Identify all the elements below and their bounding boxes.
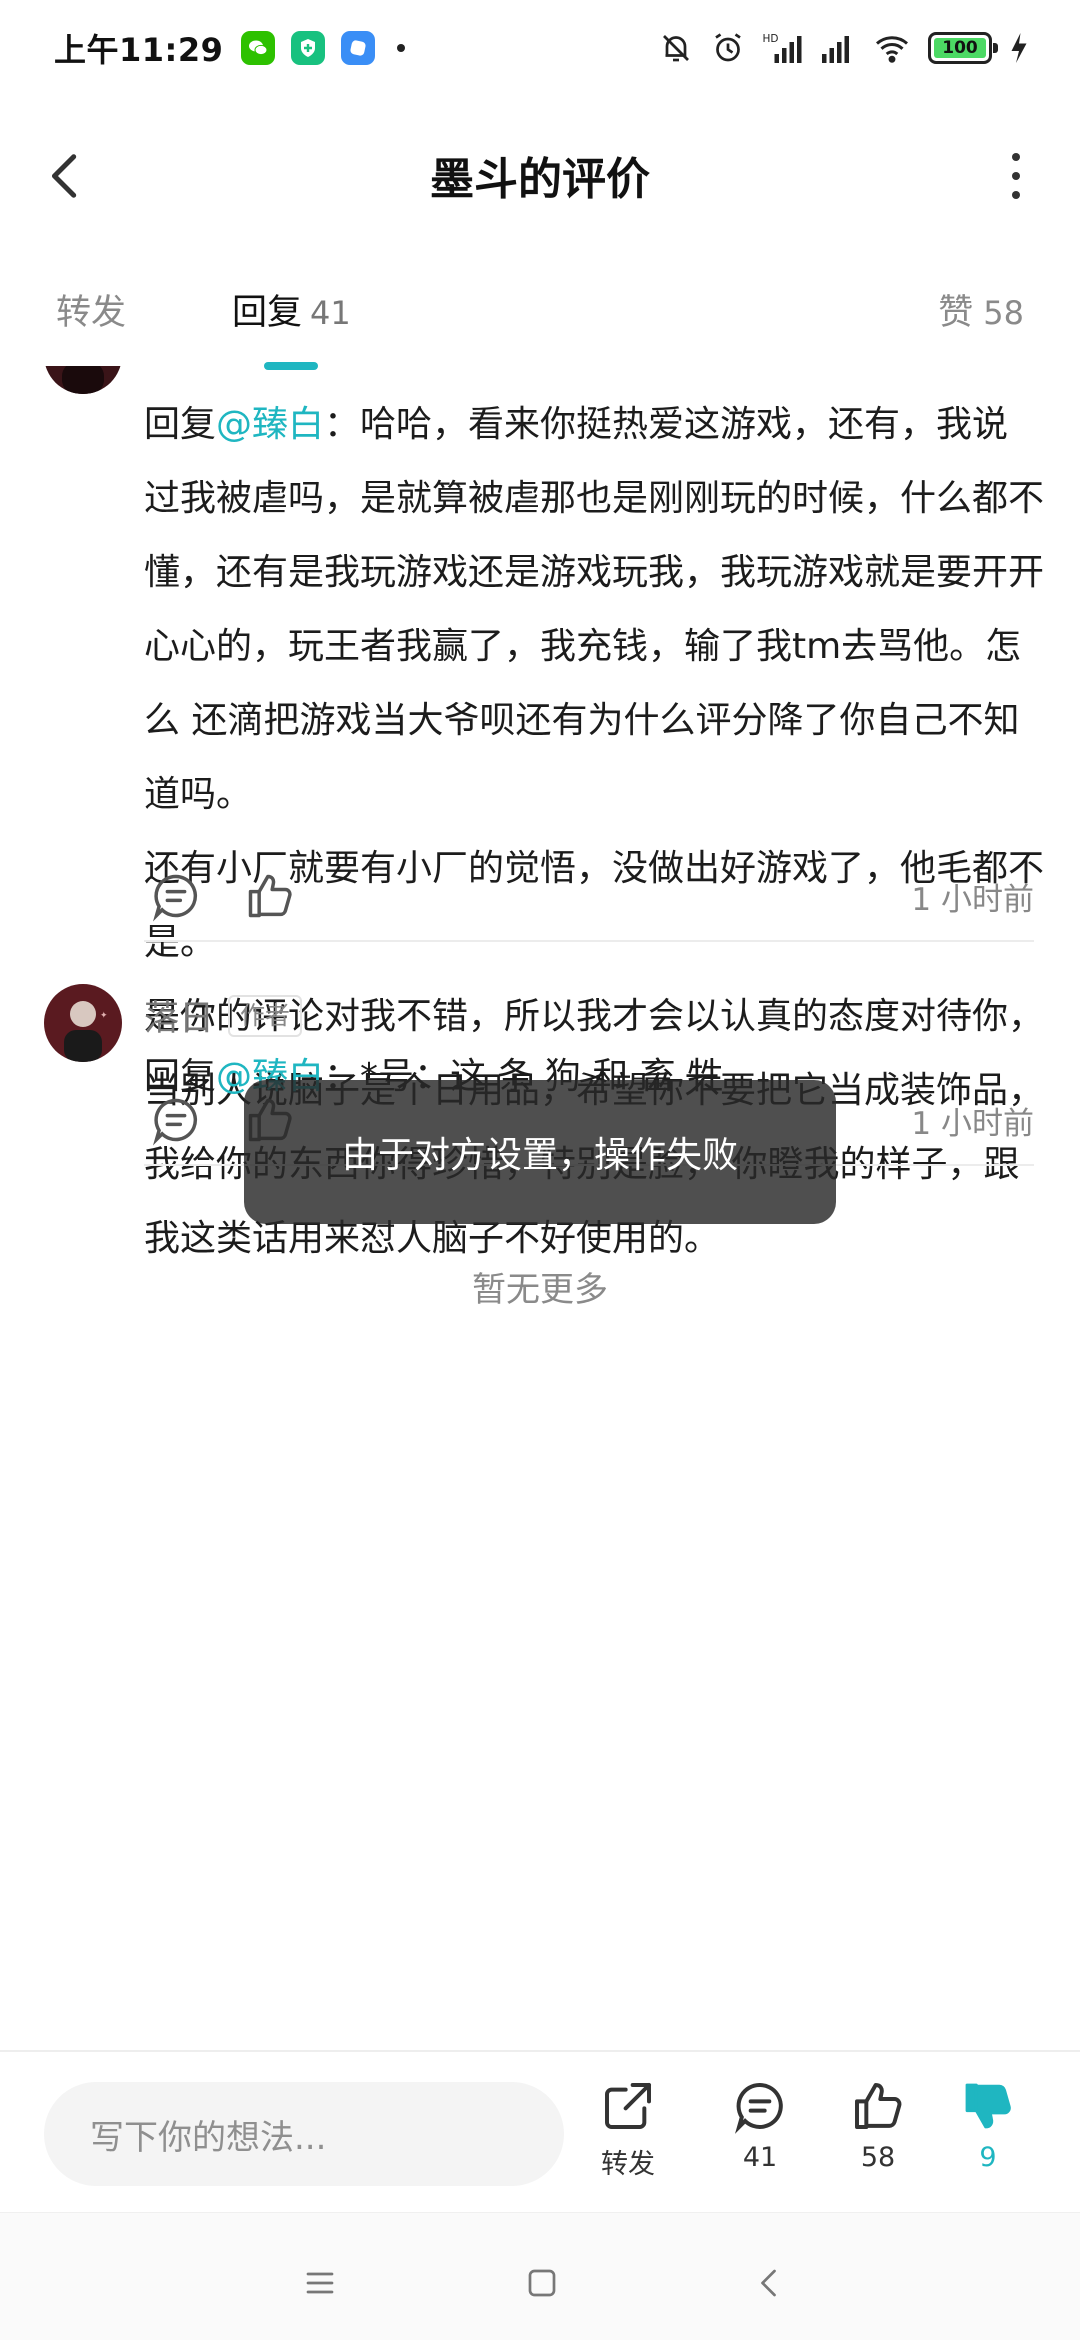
mention-link[interactable]: @臻白 [216, 404, 324, 445]
tab-like[interactable]: 赞 58 [938, 284, 1024, 335]
divider [144, 940, 1034, 942]
chevron-left-icon [51, 154, 77, 198]
alarm-icon [715, 33, 741, 62]
no-more-text: 暂无更多 [472, 1270, 608, 1310]
more-notifications-dot [397, 44, 406, 52]
battery-icon: 100 [928, 32, 998, 64]
repost-button[interactable]: 转发 [578, 2078, 678, 2198]
comment-time: 1 小时前 [911, 1105, 1034, 1142]
menu-icon [306, 2272, 334, 2294]
share-icon [605, 2083, 651, 2129]
status-system-icons: HD 100 [658, 30, 1030, 66]
toast-message: 由于对方设置，操作失败 [244, 1080, 836, 1224]
more-dot-icon [1012, 153, 1020, 161]
header: 墨斗的评价 [0, 120, 1080, 230]
reply-count-button[interactable]: 41 [710, 2078, 810, 2198]
status-app-icons [241, 31, 406, 65]
comment-icon [152, 1098, 198, 1146]
back-arrow-icon [761, 2269, 776, 2297]
tab-reply[interactable]: 回复 41 [232, 284, 351, 335]
svg-text:HD: HD [763, 33, 779, 45]
page-title: 墨斗的评价 [430, 154, 650, 205]
reply-button[interactable] [144, 864, 208, 928]
thumbs-up-icon [855, 2083, 902, 2129]
tab-repost[interactable]: 转发 [56, 284, 126, 335]
comment-paragraph: ：哈哈，看来你挺热爱这游戏，还有，我说过我被虐吗，是就算被虐那也是刚刚玩的时候，… [144, 404, 1045, 815]
wifi-icon [876, 36, 908, 63]
wechat-icon [241, 31, 276, 65]
comment-actions: 1 小时前 [144, 856, 1034, 936]
thumbs-down-icon [965, 2083, 1011, 2129]
tab-repost-label: 转发 [56, 293, 127, 333]
repost-label: 转发 [601, 2149, 655, 2180]
battery-level: 100 [934, 38, 986, 58]
like-count: 58 [860, 2142, 896, 2173]
comment-input-placeholder: 写下你的想法... [90, 2117, 327, 2158]
charging-bolt-icon [1011, 33, 1027, 63]
shield-app-icon [291, 31, 326, 65]
bottom-action-bar: 写下你的想法... 转发 41 58 9 [0, 2050, 1080, 2210]
system-nav-bar [0, 2212, 1080, 2340]
tab-bar: 转发 回复 41 赞 58 [0, 270, 1080, 370]
cloud-app-icon [341, 31, 376, 65]
like-count-button[interactable]: 58 [828, 2078, 928, 2198]
comment-icon [734, 2083, 783, 2134]
more-dot-icon [1012, 172, 1020, 180]
reply-prefix: 回复 [144, 404, 217, 445]
tab-reply-label: 回复 [232, 293, 303, 333]
comment-author: 落日 作者 [144, 990, 303, 1041]
status-bar: 上午11:29 HD 100 [0, 0, 1080, 96]
tab-like-count: 58 [983, 294, 1024, 332]
comment-icon [152, 874, 198, 922]
avatar[interactable] [44, 366, 122, 394]
tab-like-label: 赞 [938, 293, 974, 333]
avatar[interactable]: ✦ [44, 984, 122, 1062]
signal-hd-icon: HD [763, 33, 802, 63]
comment-input[interactable]: 写下你的想法... [44, 2082, 564, 2186]
dislike-count: 9 [979, 2142, 997, 2173]
home-square-icon [528, 2269, 556, 2297]
system-back-button[interactable] [740, 2253, 800, 2313]
home-button[interactable] [512, 2253, 572, 2313]
author-name[interactable]: 落日 [144, 990, 214, 1041]
status-time: 上午11:29 [54, 31, 224, 69]
like-button[interactable] [238, 864, 302, 928]
recent-apps-button[interactable] [290, 2253, 350, 2313]
back-button[interactable] [36, 146, 96, 206]
thumbs-up-icon [248, 874, 292, 918]
comment-time: 1 小时前 [911, 881, 1034, 918]
reply-count: 41 [742, 2142, 778, 2173]
mute-bell-icon [663, 35, 689, 62]
more-dot-icon [1012, 191, 1020, 199]
author-badge: 作者 [228, 994, 303, 1037]
svg-text:✦: ✦ [100, 1011, 108, 1021]
reply-button[interactable] [144, 1088, 208, 1152]
tab-reply-count: 41 [310, 294, 351, 332]
more-options-button[interactable] [986, 146, 1046, 206]
dislike-count-button[interactable]: 9 [938, 2078, 1038, 2198]
signal-icon [822, 36, 849, 63]
